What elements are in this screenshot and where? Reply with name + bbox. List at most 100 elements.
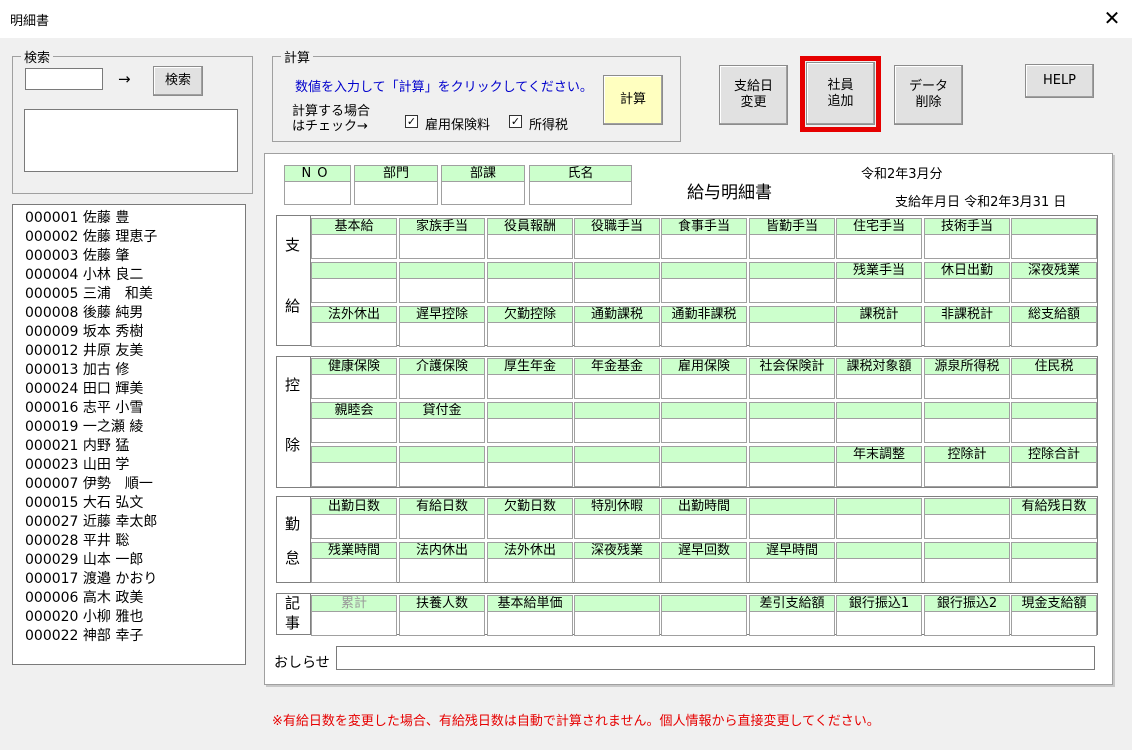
search-results-box[interactable] [24, 109, 238, 172]
field-value[interactable] [574, 611, 660, 636]
field-value[interactable] [924, 558, 1010, 583]
field-value[interactable] [661, 558, 747, 583]
field-value[interactable] [574, 322, 660, 347]
field-value[interactable] [311, 514, 397, 539]
employee-list-item[interactable]: 000015 大石 弘文 [25, 494, 245, 513]
field-value[interactable] [924, 374, 1010, 399]
calc-button[interactable]: 計算 [603, 75, 663, 125]
field-value[interactable] [574, 234, 660, 259]
field-value[interactable] [1011, 514, 1097, 539]
field-value[interactable] [661, 278, 747, 303]
field-value[interactable] [924, 322, 1010, 347]
field-value[interactable] [574, 374, 660, 399]
field-value[interactable] [487, 514, 573, 539]
field-value[interactable] [1011, 558, 1097, 583]
field-value[interactable] [924, 514, 1010, 539]
field-value[interactable] [311, 418, 397, 443]
field-value[interactable] [399, 514, 485, 539]
employee-list-item[interactable]: 000007 伊勢 順一 [25, 475, 245, 494]
field-value[interactable] [1011, 418, 1097, 443]
employee-list-item[interactable]: 000008 後藤 純男 [25, 304, 245, 323]
employee-list[interactable]: 000001 佐藤 豊 000002 佐藤 理恵子 000003 佐藤 肇 00000… [12, 204, 246, 665]
field-value[interactable] [924, 278, 1010, 303]
employee-list-item[interactable]: 000023 山田 学 [25, 456, 245, 475]
field-value[interactable] [1011, 278, 1097, 303]
field-value[interactable] [399, 611, 485, 636]
employee-list-item[interactable]: 000012 井原 友美 [25, 342, 245, 361]
header-field[interactable] [284, 181, 351, 205]
add-employee-button[interactable]: 社員 追加 [806, 62, 875, 125]
field-value[interactable] [399, 278, 485, 303]
field-value[interactable] [836, 611, 922, 636]
field-value[interactable] [399, 374, 485, 399]
field-value[interactable] [574, 418, 660, 443]
field-value[interactable] [836, 234, 922, 259]
employee-list-item[interactable]: 000020 小柳 雅也 [25, 608, 245, 627]
field-value[interactable] [661, 514, 747, 539]
field-value[interactable] [311, 558, 397, 583]
employee-list-item[interactable]: 000017 渡邉 かおり [25, 570, 245, 589]
field-value[interactable] [749, 234, 835, 259]
header-field[interactable] [441, 181, 525, 205]
field-value[interactable] [924, 462, 1010, 487]
field-value[interactable] [1011, 234, 1097, 259]
employee-list-item[interactable]: 000022 神部 幸子 [25, 627, 245, 646]
field-value[interactable] [487, 322, 573, 347]
field-value[interactable] [399, 234, 485, 259]
field-value[interactable] [924, 418, 1010, 443]
field-value[interactable] [487, 462, 573, 487]
employee-list-item[interactable]: 000013 加古 修 [25, 361, 245, 380]
field-value[interactable] [487, 374, 573, 399]
employee-list-item[interactable]: 000002 佐藤 理恵子 [25, 228, 245, 247]
close-icon[interactable]: ✕ [1100, 6, 1124, 30]
field-value[interactable] [487, 234, 573, 259]
field-value[interactable] [574, 558, 660, 583]
employee-list-item[interactable]: 000003 佐藤 肇 [25, 247, 245, 266]
employment-insurance-checkbox[interactable]: ✓ [405, 114, 418, 129]
employee-list-item[interactable]: 000004 小林 良二 [25, 266, 245, 285]
field-value[interactable] [661, 234, 747, 259]
field-value[interactable] [574, 514, 660, 539]
field-value[interactable] [836, 514, 922, 539]
header-field[interactable] [354, 181, 438, 205]
search-input[interactable] [25, 68, 103, 90]
field-value[interactable] [749, 278, 835, 303]
field-value[interactable] [1011, 374, 1097, 399]
field-value[interactable] [749, 611, 835, 636]
field-value[interactable] [311, 374, 397, 399]
field-value[interactable] [924, 611, 1010, 636]
field-value[interactable] [749, 418, 835, 443]
field-value[interactable] [661, 374, 747, 399]
field-value[interactable] [661, 611, 747, 636]
field-value[interactable] [311, 234, 397, 259]
field-value[interactable] [836, 374, 922, 399]
employee-list-item[interactable]: 000028 平井 聡 [25, 532, 245, 551]
field-value[interactable] [399, 558, 485, 583]
field-value[interactable] [311, 462, 397, 487]
field-value[interactable] [1011, 462, 1097, 487]
employee-list-item[interactable]: 000005 三浦 和美 [25, 285, 245, 304]
employee-list-item[interactable]: 000016 志平 小雪 [25, 399, 245, 418]
field-value[interactable] [311, 322, 397, 347]
field-value[interactable] [749, 514, 835, 539]
field-value[interactable] [487, 558, 573, 583]
field-value[interactable] [487, 418, 573, 443]
employee-list-item[interactable]: 000001 佐藤 豊 [25, 209, 245, 228]
field-value[interactable] [661, 322, 747, 347]
field-value[interactable] [487, 611, 573, 636]
field-value[interactable] [399, 418, 485, 443]
field-value[interactable] [661, 462, 747, 487]
field-value[interactable] [1011, 322, 1097, 347]
change-pay-date-button[interactable]: 支給日 変更 [719, 65, 788, 125]
employee-list-item[interactable]: 000021 内野 猛 [25, 437, 245, 456]
employee-list-item[interactable]: 000009 坂本 秀樹 [25, 323, 245, 342]
field-value[interactable] [836, 418, 922, 443]
field-value[interactable] [311, 611, 397, 636]
search-button[interactable]: 検索 [153, 66, 203, 96]
field-value[interactable] [749, 322, 835, 347]
header-field[interactable] [529, 181, 632, 205]
employee-list-item[interactable]: 000029 山本 一郎 [25, 551, 245, 570]
field-value[interactable] [836, 278, 922, 303]
income-tax-checkbox[interactable]: ✓ [509, 114, 522, 129]
field-value[interactable] [574, 278, 660, 303]
